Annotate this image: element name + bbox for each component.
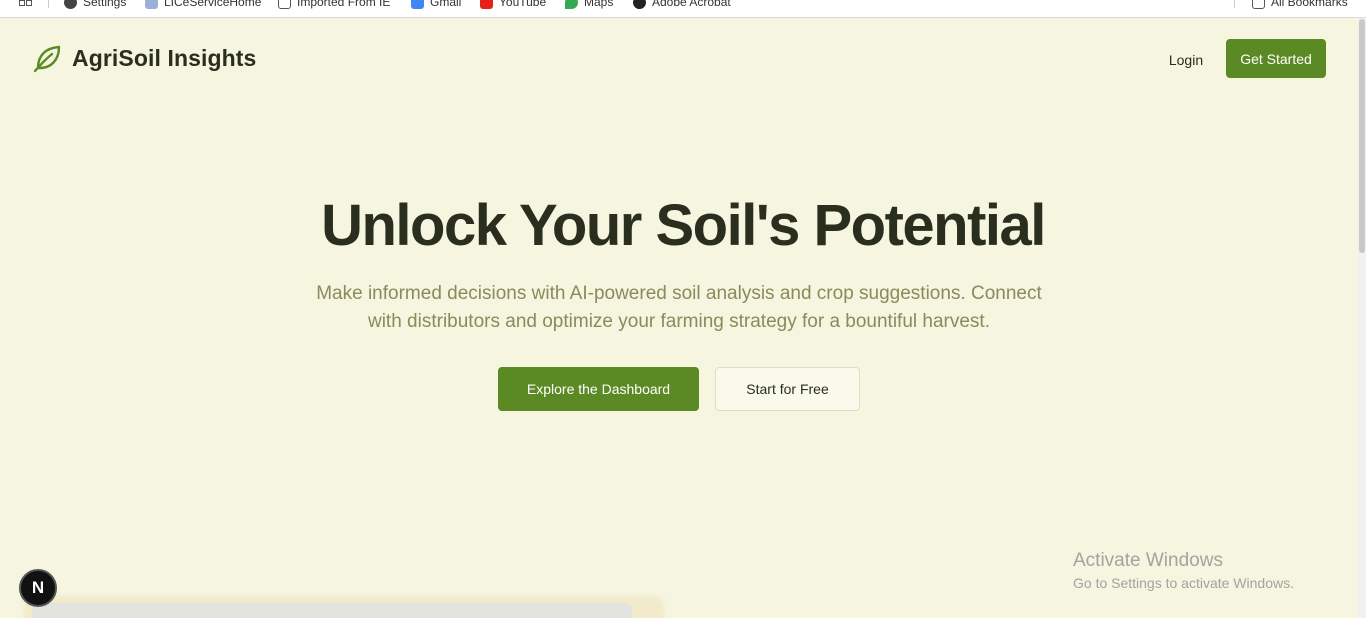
maps-icon bbox=[565, 0, 578, 9]
bookmark-imported[interactable]: Imported From IE bbox=[278, 0, 390, 12]
nextjs-dev-badge[interactable]: N bbox=[19, 569, 57, 607]
nextjs-badge-label: N bbox=[31, 578, 45, 597]
all-bookmarks-label: All Bookmarks bbox=[1271, 0, 1348, 9]
hero-title: Unlock Your Soil's Potential bbox=[321, 193, 1046, 258]
bookmarks-bar: Settings LICeServiceHome Imported From I… bbox=[0, 0, 1366, 18]
brand-logo[interactable]: AgriSoil Insights bbox=[32, 43, 256, 73]
apps-grid-icon[interactable] bbox=[19, 0, 32, 10]
folder-icon bbox=[278, 0, 291, 9]
get-started-button[interactable]: Get Started bbox=[1226, 39, 1326, 78]
gear-icon bbox=[64, 0, 77, 9]
explore-dashboard-button[interactable]: Explore the Dashboard bbox=[498, 367, 699, 411]
bookmark-acrobat[interactable]: Adobe Acrobat bbox=[633, 0, 731, 12]
windows-activation-watermark: Activate Windows Go to Settings to activ… bbox=[1073, 549, 1294, 593]
bookmark-label: Adobe Acrobat bbox=[652, 0, 731, 9]
login-link[interactable]: Login bbox=[1155, 49, 1217, 71]
bookmark-label: LICeServiceHome bbox=[164, 0, 262, 9]
bookmark-label: Maps bbox=[584, 0, 614, 9]
all-bookmarks[interactable]: All Bookmarks bbox=[1252, 0, 1348, 12]
brand-name: AgriSoil Insights bbox=[72, 44, 257, 71]
dashboard-preview-card bbox=[32, 603, 632, 618]
bookmarks-divider bbox=[1234, 0, 1235, 8]
scrollbar-thumb[interactable] bbox=[1359, 19, 1365, 253]
folder-icon bbox=[1252, 0, 1265, 9]
bookmark-gmail[interactable]: Gmail bbox=[411, 0, 461, 12]
acrobat-icon bbox=[633, 0, 646, 9]
bookmark-youtube[interactable]: YouTube bbox=[480, 0, 546, 12]
page: Settings LICeServiceHome Imported From I… bbox=[0, 0, 1366, 618]
bookmark-label: Imported From IE bbox=[297, 0, 391, 9]
youtube-icon bbox=[480, 0, 493, 9]
bookmarks-divider bbox=[48, 0, 49, 8]
hero-subtitle: Make informed decisions with AI-powered … bbox=[316, 283, 1042, 332]
watermark-title: Activate Windows bbox=[1073, 550, 1223, 571]
bookmark-label: YouTube bbox=[499, 0, 547, 9]
lic-icon bbox=[145, 0, 158, 9]
start-free-button[interactable]: Start for Free bbox=[715, 367, 860, 411]
watermark-subtitle: Go to Settings to activate Windows. bbox=[1073, 575, 1294, 591]
bookmark-label: Gmail bbox=[430, 0, 462, 9]
site-header: AgriSoil Insights Login Get Started bbox=[0, 19, 1366, 99]
bookmark-maps[interactable]: Maps bbox=[565, 0, 613, 12]
bookmark-label: Settings bbox=[83, 0, 127, 9]
bookmark-settings[interactable]: Settings bbox=[64, 0, 126, 12]
gmail-icon bbox=[411, 0, 424, 9]
leaf-icon bbox=[33, 45, 61, 73]
bookmark-lic[interactable]: LICeServiceHome bbox=[145, 0, 261, 12]
